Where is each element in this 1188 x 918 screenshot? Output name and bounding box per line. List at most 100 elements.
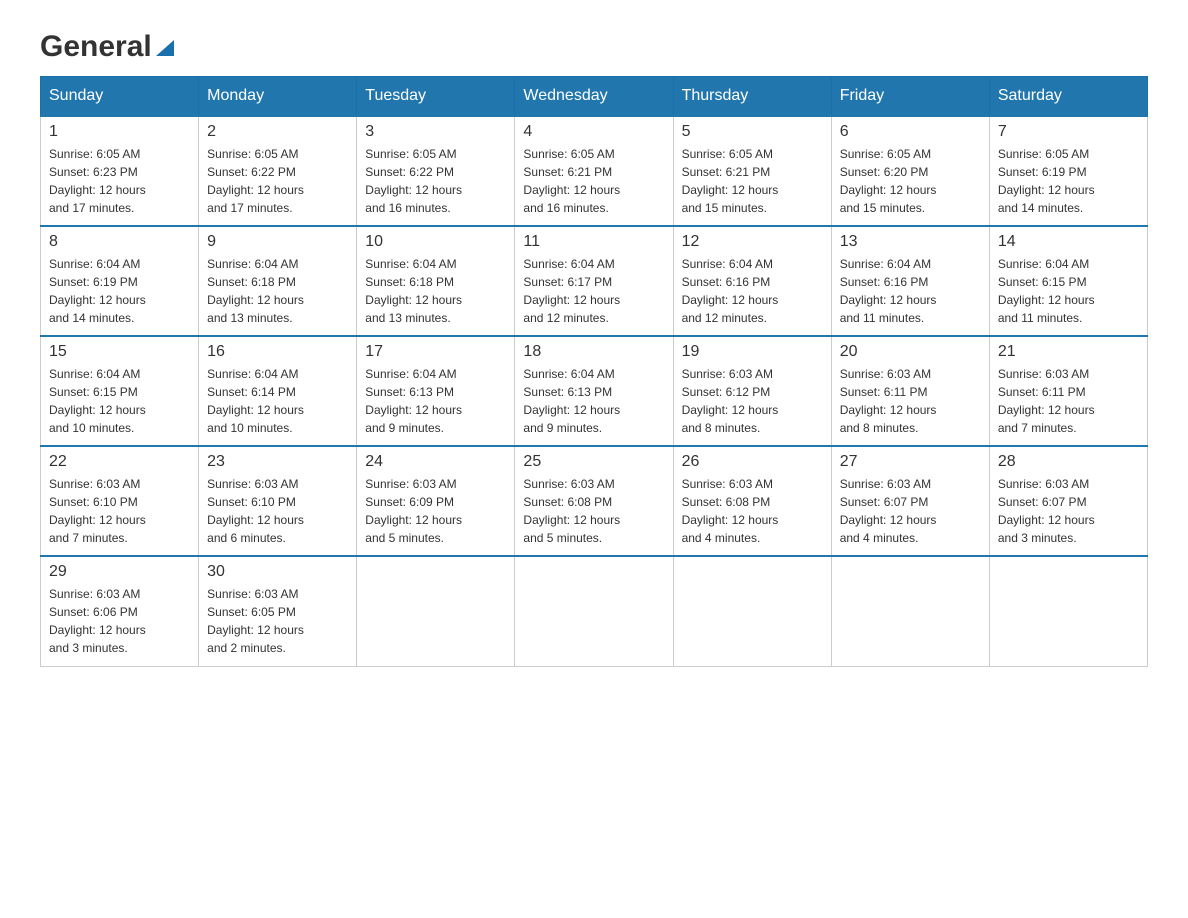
calendar-table: SundayMondayTuesdayWednesdayThursdayFrid… [40, 76, 1148, 667]
day-number: 24 [365, 453, 506, 471]
calendar-cell: 26 Sunrise: 6:03 AMSunset: 6:08 PMDaylig… [673, 446, 831, 556]
calendar-cell: 18 Sunrise: 6:04 AMSunset: 6:13 PMDaylig… [515, 336, 673, 446]
calendar-cell: 16 Sunrise: 6:04 AMSunset: 6:14 PMDaylig… [199, 336, 357, 446]
calendar-cell: 7 Sunrise: 6:05 AMSunset: 6:19 PMDayligh… [989, 116, 1147, 226]
calendar-cell: 2 Sunrise: 6:05 AMSunset: 6:22 PMDayligh… [199, 116, 357, 226]
calendar-cell: 11 Sunrise: 6:04 AMSunset: 6:17 PMDaylig… [515, 226, 673, 336]
day-info: Sunrise: 6:04 AMSunset: 6:15 PMDaylight:… [998, 255, 1139, 327]
day-info: Sunrise: 6:03 AMSunset: 6:07 PMDaylight:… [840, 475, 981, 547]
calendar-cell: 15 Sunrise: 6:04 AMSunset: 6:15 PMDaylig… [41, 336, 199, 446]
calendar-cell [357, 556, 515, 666]
day-info: Sunrise: 6:03 AMSunset: 6:09 PMDaylight:… [365, 475, 506, 547]
day-number: 6 [840, 123, 981, 141]
calendar-cell: 1 Sunrise: 6:05 AMSunset: 6:23 PMDayligh… [41, 116, 199, 226]
day-info: Sunrise: 6:04 AMSunset: 6:14 PMDaylight:… [207, 365, 348, 437]
day-number: 11 [523, 233, 664, 251]
day-info: Sunrise: 6:05 AMSunset: 6:21 PMDaylight:… [523, 145, 664, 217]
calendar-cell: 24 Sunrise: 6:03 AMSunset: 6:09 PMDaylig… [357, 446, 515, 556]
day-info: Sunrise: 6:05 AMSunset: 6:22 PMDaylight:… [207, 145, 348, 217]
calendar-header-friday: Friday [831, 77, 989, 117]
day-number: 5 [682, 123, 823, 141]
day-info: Sunrise: 6:03 AMSunset: 6:06 PMDaylight:… [49, 585, 190, 657]
calendar-cell: 9 Sunrise: 6:04 AMSunset: 6:18 PMDayligh… [199, 226, 357, 336]
calendar-header-row: SundayMondayTuesdayWednesdayThursdayFrid… [41, 77, 1148, 117]
day-number: 10 [365, 233, 506, 251]
calendar-header-tuesday: Tuesday [357, 77, 515, 117]
calendar-cell: 10 Sunrise: 6:04 AMSunset: 6:18 PMDaylig… [357, 226, 515, 336]
day-info: Sunrise: 6:03 AMSunset: 6:10 PMDaylight:… [207, 475, 348, 547]
calendar-cell: 19 Sunrise: 6:03 AMSunset: 6:12 PMDaylig… [673, 336, 831, 446]
calendar-cell [831, 556, 989, 666]
calendar-week-row: 22 Sunrise: 6:03 AMSunset: 6:10 PMDaylig… [41, 446, 1148, 556]
day-number: 9 [207, 233, 348, 251]
calendar-header-wednesday: Wednesday [515, 77, 673, 117]
calendar-cell: 4 Sunrise: 6:05 AMSunset: 6:21 PMDayligh… [515, 116, 673, 226]
day-info: Sunrise: 6:03 AMSunset: 6:10 PMDaylight:… [49, 475, 190, 547]
day-number: 3 [365, 123, 506, 141]
day-number: 30 [207, 563, 348, 581]
day-info: Sunrise: 6:03 AMSunset: 6:11 PMDaylight:… [998, 365, 1139, 437]
day-number: 17 [365, 343, 506, 361]
logo-general-text: General [40, 30, 152, 64]
day-info: Sunrise: 6:03 AMSunset: 6:08 PMDaylight:… [682, 475, 823, 547]
day-info: Sunrise: 6:05 AMSunset: 6:20 PMDaylight:… [840, 145, 981, 217]
day-number: 2 [207, 123, 348, 141]
day-info: Sunrise: 6:05 AMSunset: 6:21 PMDaylight:… [682, 145, 823, 217]
logo: General [40, 30, 176, 56]
calendar-header-sunday: Sunday [41, 77, 199, 117]
day-number: 27 [840, 453, 981, 471]
page-header: General [40, 30, 1148, 56]
day-info: Sunrise: 6:03 AMSunset: 6:11 PMDaylight:… [840, 365, 981, 437]
day-info: Sunrise: 6:04 AMSunset: 6:19 PMDaylight:… [49, 255, 190, 327]
calendar-cell: 8 Sunrise: 6:04 AMSunset: 6:19 PMDayligh… [41, 226, 199, 336]
day-number: 29 [49, 563, 190, 581]
day-info: Sunrise: 6:03 AMSunset: 6:08 PMDaylight:… [523, 475, 664, 547]
calendar-cell: 20 Sunrise: 6:03 AMSunset: 6:11 PMDaylig… [831, 336, 989, 446]
day-number: 12 [682, 233, 823, 251]
day-number: 21 [998, 343, 1139, 361]
calendar-header-thursday: Thursday [673, 77, 831, 117]
calendar-header-saturday: Saturday [989, 77, 1147, 117]
day-info: Sunrise: 6:04 AMSunset: 6:16 PMDaylight:… [840, 255, 981, 327]
day-number: 16 [207, 343, 348, 361]
day-number: 8 [49, 233, 190, 251]
day-number: 13 [840, 233, 981, 251]
calendar-cell [673, 556, 831, 666]
day-number: 23 [207, 453, 348, 471]
calendar-cell: 28 Sunrise: 6:03 AMSunset: 6:07 PMDaylig… [989, 446, 1147, 556]
day-info: Sunrise: 6:04 AMSunset: 6:13 PMDaylight:… [365, 365, 506, 437]
day-info: Sunrise: 6:04 AMSunset: 6:13 PMDaylight:… [523, 365, 664, 437]
day-info: Sunrise: 6:03 AMSunset: 6:12 PMDaylight:… [682, 365, 823, 437]
day-info: Sunrise: 6:04 AMSunset: 6:16 PMDaylight:… [682, 255, 823, 327]
calendar-cell: 27 Sunrise: 6:03 AMSunset: 6:07 PMDaylig… [831, 446, 989, 556]
calendar-cell: 29 Sunrise: 6:03 AMSunset: 6:06 PMDaylig… [41, 556, 199, 666]
calendar-cell: 23 Sunrise: 6:03 AMSunset: 6:10 PMDaylig… [199, 446, 357, 556]
day-number: 20 [840, 343, 981, 361]
calendar-cell [989, 556, 1147, 666]
day-info: Sunrise: 6:04 AMSunset: 6:15 PMDaylight:… [49, 365, 190, 437]
day-info: Sunrise: 6:05 AMSunset: 6:22 PMDaylight:… [365, 145, 506, 217]
logo-triangle-icon [154, 36, 176, 58]
day-number: 26 [682, 453, 823, 471]
day-number: 28 [998, 453, 1139, 471]
day-number: 1 [49, 123, 190, 141]
calendar-cell: 14 Sunrise: 6:04 AMSunset: 6:15 PMDaylig… [989, 226, 1147, 336]
calendar-cell: 21 Sunrise: 6:03 AMSunset: 6:11 PMDaylig… [989, 336, 1147, 446]
calendar-cell: 22 Sunrise: 6:03 AMSunset: 6:10 PMDaylig… [41, 446, 199, 556]
calendar-cell: 30 Sunrise: 6:03 AMSunset: 6:05 PMDaylig… [199, 556, 357, 666]
calendar-cell: 3 Sunrise: 6:05 AMSunset: 6:22 PMDayligh… [357, 116, 515, 226]
day-info: Sunrise: 6:04 AMSunset: 6:18 PMDaylight:… [365, 255, 506, 327]
day-info: Sunrise: 6:03 AMSunset: 6:05 PMDaylight:… [207, 585, 348, 657]
day-info: Sunrise: 6:05 AMSunset: 6:19 PMDaylight:… [998, 145, 1139, 217]
calendar-cell: 13 Sunrise: 6:04 AMSunset: 6:16 PMDaylig… [831, 226, 989, 336]
day-number: 22 [49, 453, 190, 471]
calendar-week-row: 15 Sunrise: 6:04 AMSunset: 6:15 PMDaylig… [41, 336, 1148, 446]
day-number: 15 [49, 343, 190, 361]
day-info: Sunrise: 6:04 AMSunset: 6:18 PMDaylight:… [207, 255, 348, 327]
calendar-cell: 17 Sunrise: 6:04 AMSunset: 6:13 PMDaylig… [357, 336, 515, 446]
calendar-week-row: 1 Sunrise: 6:05 AMSunset: 6:23 PMDayligh… [41, 116, 1148, 226]
calendar-header-monday: Monday [199, 77, 357, 117]
calendar-cell [515, 556, 673, 666]
calendar-week-row: 29 Sunrise: 6:03 AMSunset: 6:06 PMDaylig… [41, 556, 1148, 666]
calendar-cell: 25 Sunrise: 6:03 AMSunset: 6:08 PMDaylig… [515, 446, 673, 556]
